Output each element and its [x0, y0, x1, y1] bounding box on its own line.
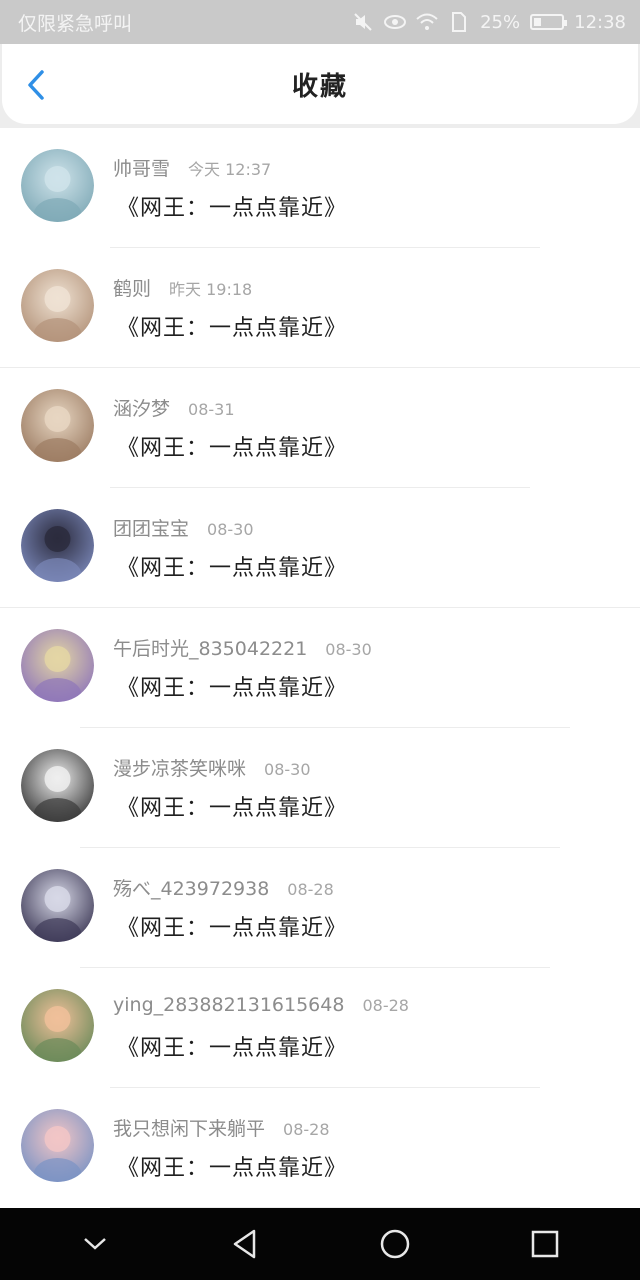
favorite-content[interactable]: 《网王：一点点靠近》 [117, 310, 347, 342]
status-bar: 仅限紧急呼叫 25% 12:38 [0, 0, 640, 44]
list-item[interactable]: 殇べ_423972938 08-28 《网王：一点点靠近》 [0, 848, 640, 968]
collapse-button[interactable] [65, 1214, 125, 1274]
timestamp: 昨天 19:18 [169, 280, 253, 299]
wifi-icon [416, 11, 438, 33]
battery-fill [534, 18, 542, 26]
home-circle-icon [380, 1229, 410, 1259]
timestamp: 08-30 [207, 520, 254, 539]
list-item[interactable]: 鹤则 昨天 19:18 《网王：一点点靠近》 [0, 248, 640, 368]
avatar[interactable] [21, 629, 94, 702]
eye-icon [384, 11, 407, 33]
header: 收藏 [2, 44, 638, 124]
list-item[interactable]: 漫步凉茶笑咪咪 08-30 《网王：一点点靠近》 [0, 728, 640, 848]
status-icons: 25% 12:38 [352, 11, 626, 33]
navigation-bar [0, 1208, 640, 1280]
user-name[interactable]: 殇べ_423972938 [113, 874, 269, 901]
list-item[interactable]: 团团宝宝 08-30 《网王：一点点靠近》 [0, 488, 640, 608]
favorite-content[interactable]: 《网王：一点点靠近》 [117, 430, 347, 462]
favorite-content[interactable]: 《网王：一点点靠近》 [117, 670, 347, 702]
item-meta: 殇べ_423972938 08-28 [113, 874, 334, 901]
avatar[interactable] [21, 1109, 94, 1182]
header-container: 收藏 [0, 44, 640, 128]
mute-icon [352, 11, 374, 33]
timestamp: 08-28 [287, 880, 334, 899]
list-item[interactable]: 我只想闲下来躺平 08-28 《网王：一点点靠近》 [0, 1088, 640, 1208]
list-item[interactable]: 帅哥雪 今天 12:37 《网王：一点点靠近》 [0, 128, 640, 248]
item-meta: 午后时光_835042221 08-30 [113, 634, 372, 661]
home-button[interactable] [365, 1214, 425, 1274]
item-meta: 涵汐梦 08-31 [113, 394, 235, 421]
item-meta: 团团宝宝 08-30 [113, 514, 254, 541]
emergency-text: 仅限紧急呼叫 [18, 12, 133, 35]
item-meta: 我只想闲下来躺平 08-28 [113, 1114, 330, 1141]
timestamp: 08-28 [283, 1120, 330, 1139]
favorite-content[interactable]: 《网王：一点点靠近》 [117, 790, 347, 822]
user-name[interactable]: 午后时光_835042221 [113, 634, 307, 661]
item-meta: 漫步凉茶笑咪咪 08-30 [113, 754, 311, 781]
user-name[interactable]: ying_283882131615648 [113, 994, 344, 1016]
item-meta: 帅哥雪 今天 12:37 [113, 154, 271, 181]
favorite-content[interactable]: 《网王：一点点靠近》 [117, 190, 347, 222]
timestamp: 08-31 [188, 400, 235, 419]
favorite-content[interactable]: 《网王：一点点靠近》 [117, 1030, 347, 1062]
avatar[interactable] [21, 149, 94, 222]
nav-back-button[interactable] [215, 1214, 275, 1274]
avatar[interactable] [21, 989, 94, 1062]
avatar[interactable] [21, 389, 94, 462]
battery-icon [530, 14, 568, 30]
list-item[interactable]: ying_283882131615648 08-28 《网王：一点点靠近》 [0, 968, 640, 1088]
user-name[interactable]: 我只想闲下来躺平 [113, 1114, 265, 1141]
avatar[interactable] [21, 269, 94, 342]
timestamp: 08-30 [325, 640, 372, 659]
triangle-back-icon [233, 1229, 256, 1259]
battery-percent: 25% [480, 11, 521, 33]
user-name[interactable]: 鹤则 [113, 274, 151, 301]
user-name[interactable]: 漫步凉茶笑咪咪 [113, 754, 246, 781]
favorite-content[interactable]: 《网王：一点点靠近》 [117, 910, 347, 942]
item-meta: ying_283882131615648 08-28 [113, 994, 409, 1016]
avatar[interactable] [21, 509, 94, 582]
timestamp: 今天 12:37 [188, 160, 272, 179]
square-recent-icon [531, 1230, 559, 1258]
user-name[interactable]: 帅哥雪 [113, 154, 170, 181]
status-time: 12:38 [574, 11, 626, 33]
sim-icon [448, 11, 470, 33]
timestamp: 08-28 [362, 996, 409, 1015]
favorite-content[interactable]: 《网王：一点点靠近》 [117, 1150, 347, 1182]
back-button[interactable] [22, 68, 52, 102]
page-title: 收藏 [291, 71, 348, 102]
avatar[interactable] [21, 869, 94, 942]
list-item[interactable]: 涵汐梦 08-31 《网王：一点点靠近》 [0, 368, 640, 488]
recent-apps-button[interactable] [515, 1214, 575, 1274]
user-name[interactable]: 团团宝宝 [113, 514, 189, 541]
item-meta: 鹤则 昨天 19:18 [113, 274, 252, 301]
list-item[interactable]: 午后时光_835042221 08-30 《网王：一点点靠近》 [0, 608, 640, 728]
timestamp: 08-30 [264, 760, 311, 779]
user-name[interactable]: 涵汐梦 [113, 394, 170, 421]
favorite-content[interactable]: 《网王：一点点靠近》 [117, 550, 347, 582]
chevron-left-icon [28, 70, 44, 100]
chevron-down-icon [84, 1238, 106, 1250]
favorites-list: 帅哥雪 今天 12:37 《网王：一点点靠近》 鹤则 昨天 19:18 《网王：一点点靠近… [0, 128, 640, 1208]
avatar[interactable] [21, 749, 94, 822]
